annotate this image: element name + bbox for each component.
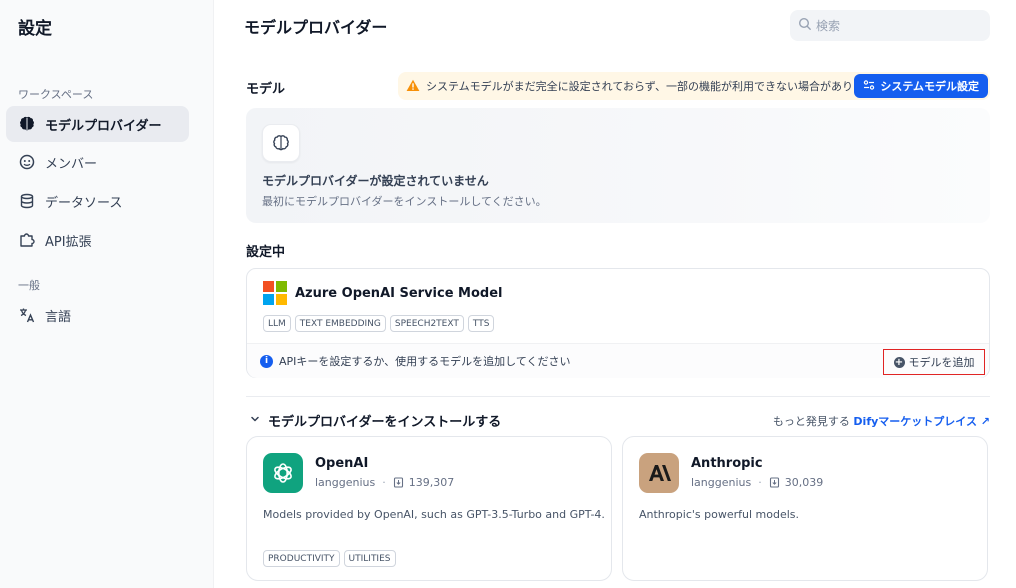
sidebar-item-label: データソース [45, 195, 123, 211]
card-author: langgenius [315, 476, 376, 489]
marketplace-link[interactable]: Difyマーケットプレイス ↗ [853, 415, 990, 428]
marketplace-card-anthropic[interactable]: Anthropic langgenius · 30,039 Anthropic'… [622, 436, 988, 581]
discover-text: もっと発見する [772, 415, 850, 428]
microsoft-logo-icon [263, 281, 287, 305]
empty-title: モデルプロバイダーが設定されていません [262, 174, 489, 188]
marketplace-discover: もっと発見する Difyマーケットプレイス ↗ [773, 413, 990, 429]
sidebar-item-members[interactable]: メンバー [6, 144, 189, 180]
card-meta: langgenius · 30,039 [691, 476, 823, 489]
info-icon: i [260, 354, 273, 368]
system-model-button-label: システムモデル設定 [880, 80, 979, 93]
system-model-warning: システムモデルがまだ完全に設定されておらず、一部の機能が利用できない場合がありま… [398, 72, 990, 100]
sidebar: 設定 ワークスペース モデルプロバイダー メンバー データソース API拡張 一… [0, 0, 214, 588]
search-icon [798, 16, 812, 35]
anthropic-logo-icon [639, 453, 679, 493]
download-icon [769, 477, 780, 488]
plus-circle-icon: + [893, 356, 905, 368]
download-icon [393, 477, 404, 488]
sidebar-item-label: 言語 [45, 309, 72, 325]
add-model-button[interactable]: + モデルを追加 [883, 349, 985, 375]
system-model-settings-button[interactable]: システムモデル設定 [854, 74, 988, 98]
provider-tags: LLM TEXT EMBEDDING SPEECH2TEXT TTS [263, 315, 495, 332]
brain-icon [18, 115, 36, 133]
empty-subtitle: 最初にモデルプロバイダーをインストールしてください。 [262, 195, 547, 208]
card-author: langgenius [691, 476, 752, 489]
sidebar-item-language[interactable]: 言語 [6, 297, 189, 333]
team-icon [18, 153, 36, 171]
add-model-label: モデルを追加 [908, 356, 975, 369]
card-description: Models provided by OpenAI, such as GPT-3… [263, 508, 605, 521]
brain-outline-icon [262, 124, 300, 162]
settings-sliders-icon [863, 79, 875, 94]
card-description: Anthropic's powerful models. [639, 508, 800, 521]
sidebar-item-model-provider[interactable]: モデルプロバイダー [6, 106, 189, 142]
install-section-toggle[interactable]: モデルプロバイダーをインストールする [250, 411, 501, 430]
card-name: Anthropic [691, 456, 763, 471]
card-name: OpenAI [315, 456, 369, 471]
sidebar-item-api-extension[interactable]: API拡張 [6, 222, 189, 258]
empty-provider-box: モデルプロバイダーが設定されていません 最初にモデルプロバイダーをインストールし… [246, 108, 990, 223]
provider-footer: i APIキーを設定するか、使用するモデルを追加してください + モデルを追加 [247, 343, 989, 378]
openai-logo-icon [263, 453, 303, 493]
separator-dot: · [758, 476, 762, 489]
card-downloads: 30,039 [784, 476, 824, 489]
tag: SPEECH2TEXT [389, 315, 464, 332]
warning-text: システムモデルがまだ完全に設定されておらず、一部の機能が利用できない場合がありま… [426, 80, 885, 93]
tag: PRODUCTIVITY [263, 550, 340, 567]
tag: TTS [467, 315, 495, 332]
search-box[interactable] [790, 10, 990, 41]
general-section-label: 一般 [18, 279, 40, 292]
puzzle-icon [18, 231, 36, 249]
card-meta: langgenius · 139,307 [315, 476, 454, 489]
sidebar-item-label: API拡張 [45, 234, 92, 250]
tag: TEXT EMBEDDING [294, 315, 386, 332]
main-content: モデルプロバイダー モデル システムモデルがまだ完全に設定されておらず、一部の機… [214, 0, 1016, 588]
model-section-label: モデル [246, 82, 286, 97]
workspace-section-label: ワークスペース [18, 88, 94, 101]
page-title: モデルプロバイダー [244, 18, 388, 37]
sidebar-item-datasource[interactable]: データソース [6, 183, 189, 219]
sidebar-title: 設定 [18, 19, 52, 39]
separator-dot: · [382, 476, 386, 489]
api-key-info-text: APIキーを設定するか、使用するモデルを追加してください [279, 355, 571, 368]
tag: UTILITIES [343, 550, 396, 567]
divider [246, 396, 990, 397]
sidebar-item-label: メンバー [45, 156, 98, 172]
tag: LLM [263, 315, 291, 332]
install-section-label: モデルプロバイダーをインストールする [268, 415, 502, 430]
provider-card-azure: Azure OpenAI Service Model LLM TEXT EMBE… [246, 268, 990, 378]
card-downloads: 139,307 [408, 476, 455, 489]
provider-name: Azure OpenAI Service Model [295, 285, 503, 301]
api-key-info: i APIキーを設定するか、使用するモデルを追加してください [260, 353, 571, 369]
sidebar-item-label: モデルプロバイダー [45, 118, 162, 134]
provider-header: Azure OpenAI Service Model [263, 281, 503, 305]
database-icon [18, 192, 36, 210]
search-input[interactable] [816, 18, 976, 33]
configured-section-label: 設定中 [246, 245, 286, 260]
warning-icon [406, 77, 420, 96]
chevron-down-icon [250, 413, 260, 428]
card-tags: PRODUCTIVITY UTILITIES [263, 550, 396, 567]
translate-icon [18, 306, 36, 324]
marketplace-card-openai[interactable]: OpenAI langgenius · 139,307 Models provi… [246, 436, 612, 581]
